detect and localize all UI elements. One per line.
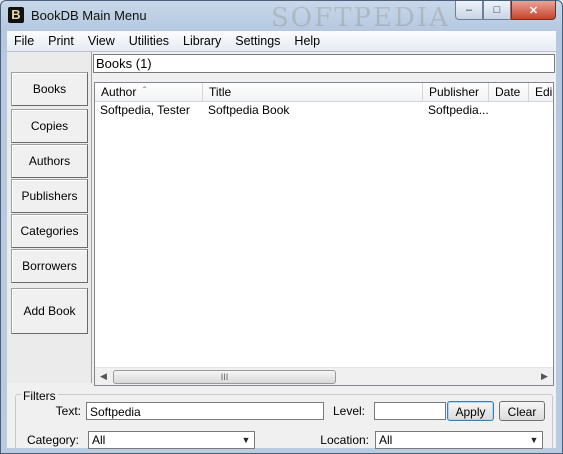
scrollbar-thumb[interactable]: III — [113, 370, 336, 384]
softpedia-watermark: SOFTPEDIA — [271, 3, 450, 33]
caption-buttons: – □ ✕ — [455, 1, 556, 21]
cell-author: Softpedia, Tester — [100, 103, 190, 117]
cell-title: Softpedia Book — [208, 103, 290, 117]
books-list[interactable]: Author ˆ Title Publisher Date Edi Softpe… — [94, 82, 554, 386]
bookdb-main-window: B BookDB Main Menu SOFTPEDIA – □ ✕ File … — [0, 0, 563, 454]
menu-print[interactable]: Print — [41, 31, 81, 51]
column-author-label: Author — [101, 85, 137, 99]
window-title: BookDB Main Menu — [31, 8, 147, 23]
sidebar-categories-button[interactable]: Categories — [11, 214, 88, 248]
horizontal-scrollbar[interactable]: ◀ III ▶ — [95, 367, 553, 385]
title-bar[interactable]: B BookDB Main Menu SOFTPEDIA – □ ✕ — [1, 1, 562, 33]
category-select[interactable]: All ▼ — [88, 431, 255, 449]
text-filter-label: Text: — [55, 404, 81, 418]
category-select-value: All — [92, 433, 106, 447]
menu-view[interactable]: View — [81, 31, 122, 51]
column-author[interactable]: Author ˆ — [95, 83, 203, 101]
sidebar-copies-button[interactable]: Copies — [11, 109, 88, 143]
column-publisher[interactable]: Publisher — [423, 83, 489, 101]
sidebar-borrowers-button[interactable]: Borrowers — [11, 249, 88, 283]
cell-publisher: Softpedia... — [428, 103, 489, 117]
menu-utilities[interactable]: Utilities — [122, 31, 176, 51]
client-area: Books Copies Authors Publishers Categori… — [7, 52, 556, 453]
apply-button[interactable]: Apply — [447, 401, 494, 421]
scroll-right-icon[interactable]: ▶ — [536, 368, 553, 385]
column-title[interactable]: Title — [203, 83, 423, 101]
category-filter-label: Category: — [26, 433, 79, 447]
maximize-button[interactable]: □ — [483, 1, 511, 20]
level-filter-label: Level: — [332, 404, 365, 418]
level-filter-input[interactable] — [374, 402, 446, 420]
sidebar-add-book-button[interactable]: Add Book — [11, 288, 88, 334]
table-row[interactable]: Softpedia, Tester Softpedia Book Softped… — [95, 102, 553, 119]
text-filter-input[interactable]: Softpedia — [86, 402, 324, 420]
minimize-button[interactable]: – — [455, 1, 483, 20]
close-button[interactable]: ✕ — [511, 1, 556, 20]
sidebar: Books Copies Authors Publishers Categori… — [7, 52, 92, 383]
sidebar-authors-button[interactable]: Authors — [11, 144, 88, 178]
column-edition[interactable]: Edi — [529, 83, 553, 101]
sidebar-books-button[interactable]: Books — [11, 72, 88, 106]
column-date[interactable]: Date — [489, 83, 529, 101]
menu-library[interactable]: Library — [176, 31, 228, 51]
menu-help[interactable]: Help — [287, 31, 327, 51]
list-header: Author ˆ Title Publisher Date Edi — [95, 83, 553, 102]
scroll-left-icon[interactable]: ◀ — [95, 368, 112, 385]
location-select[interactable]: All ▼ — [375, 431, 543, 449]
sidebar-publishers-button[interactable]: Publishers — [11, 179, 88, 213]
books-count-header: Books (1) — [93, 54, 555, 73]
location-filter-label: Location: — [320, 433, 369, 447]
location-select-value: All — [379, 433, 393, 447]
chevron-down-icon[interactable]: ▼ — [239, 433, 253, 447]
clear-button[interactable]: Clear — [499, 401, 545, 421]
menu-bar: File Print View Utilities Library Settin… — [7, 31, 556, 52]
app-b-icon[interactable]: B — [8, 7, 24, 23]
chevron-down-icon[interactable]: ▼ — [527, 433, 541, 447]
filters-legend: Filters — [21, 389, 58, 403]
menu-file[interactable]: File — [7, 31, 41, 51]
sort-ascending-icon: ˆ — [143, 86, 147, 97]
menu-settings[interactable]: Settings — [228, 31, 287, 51]
